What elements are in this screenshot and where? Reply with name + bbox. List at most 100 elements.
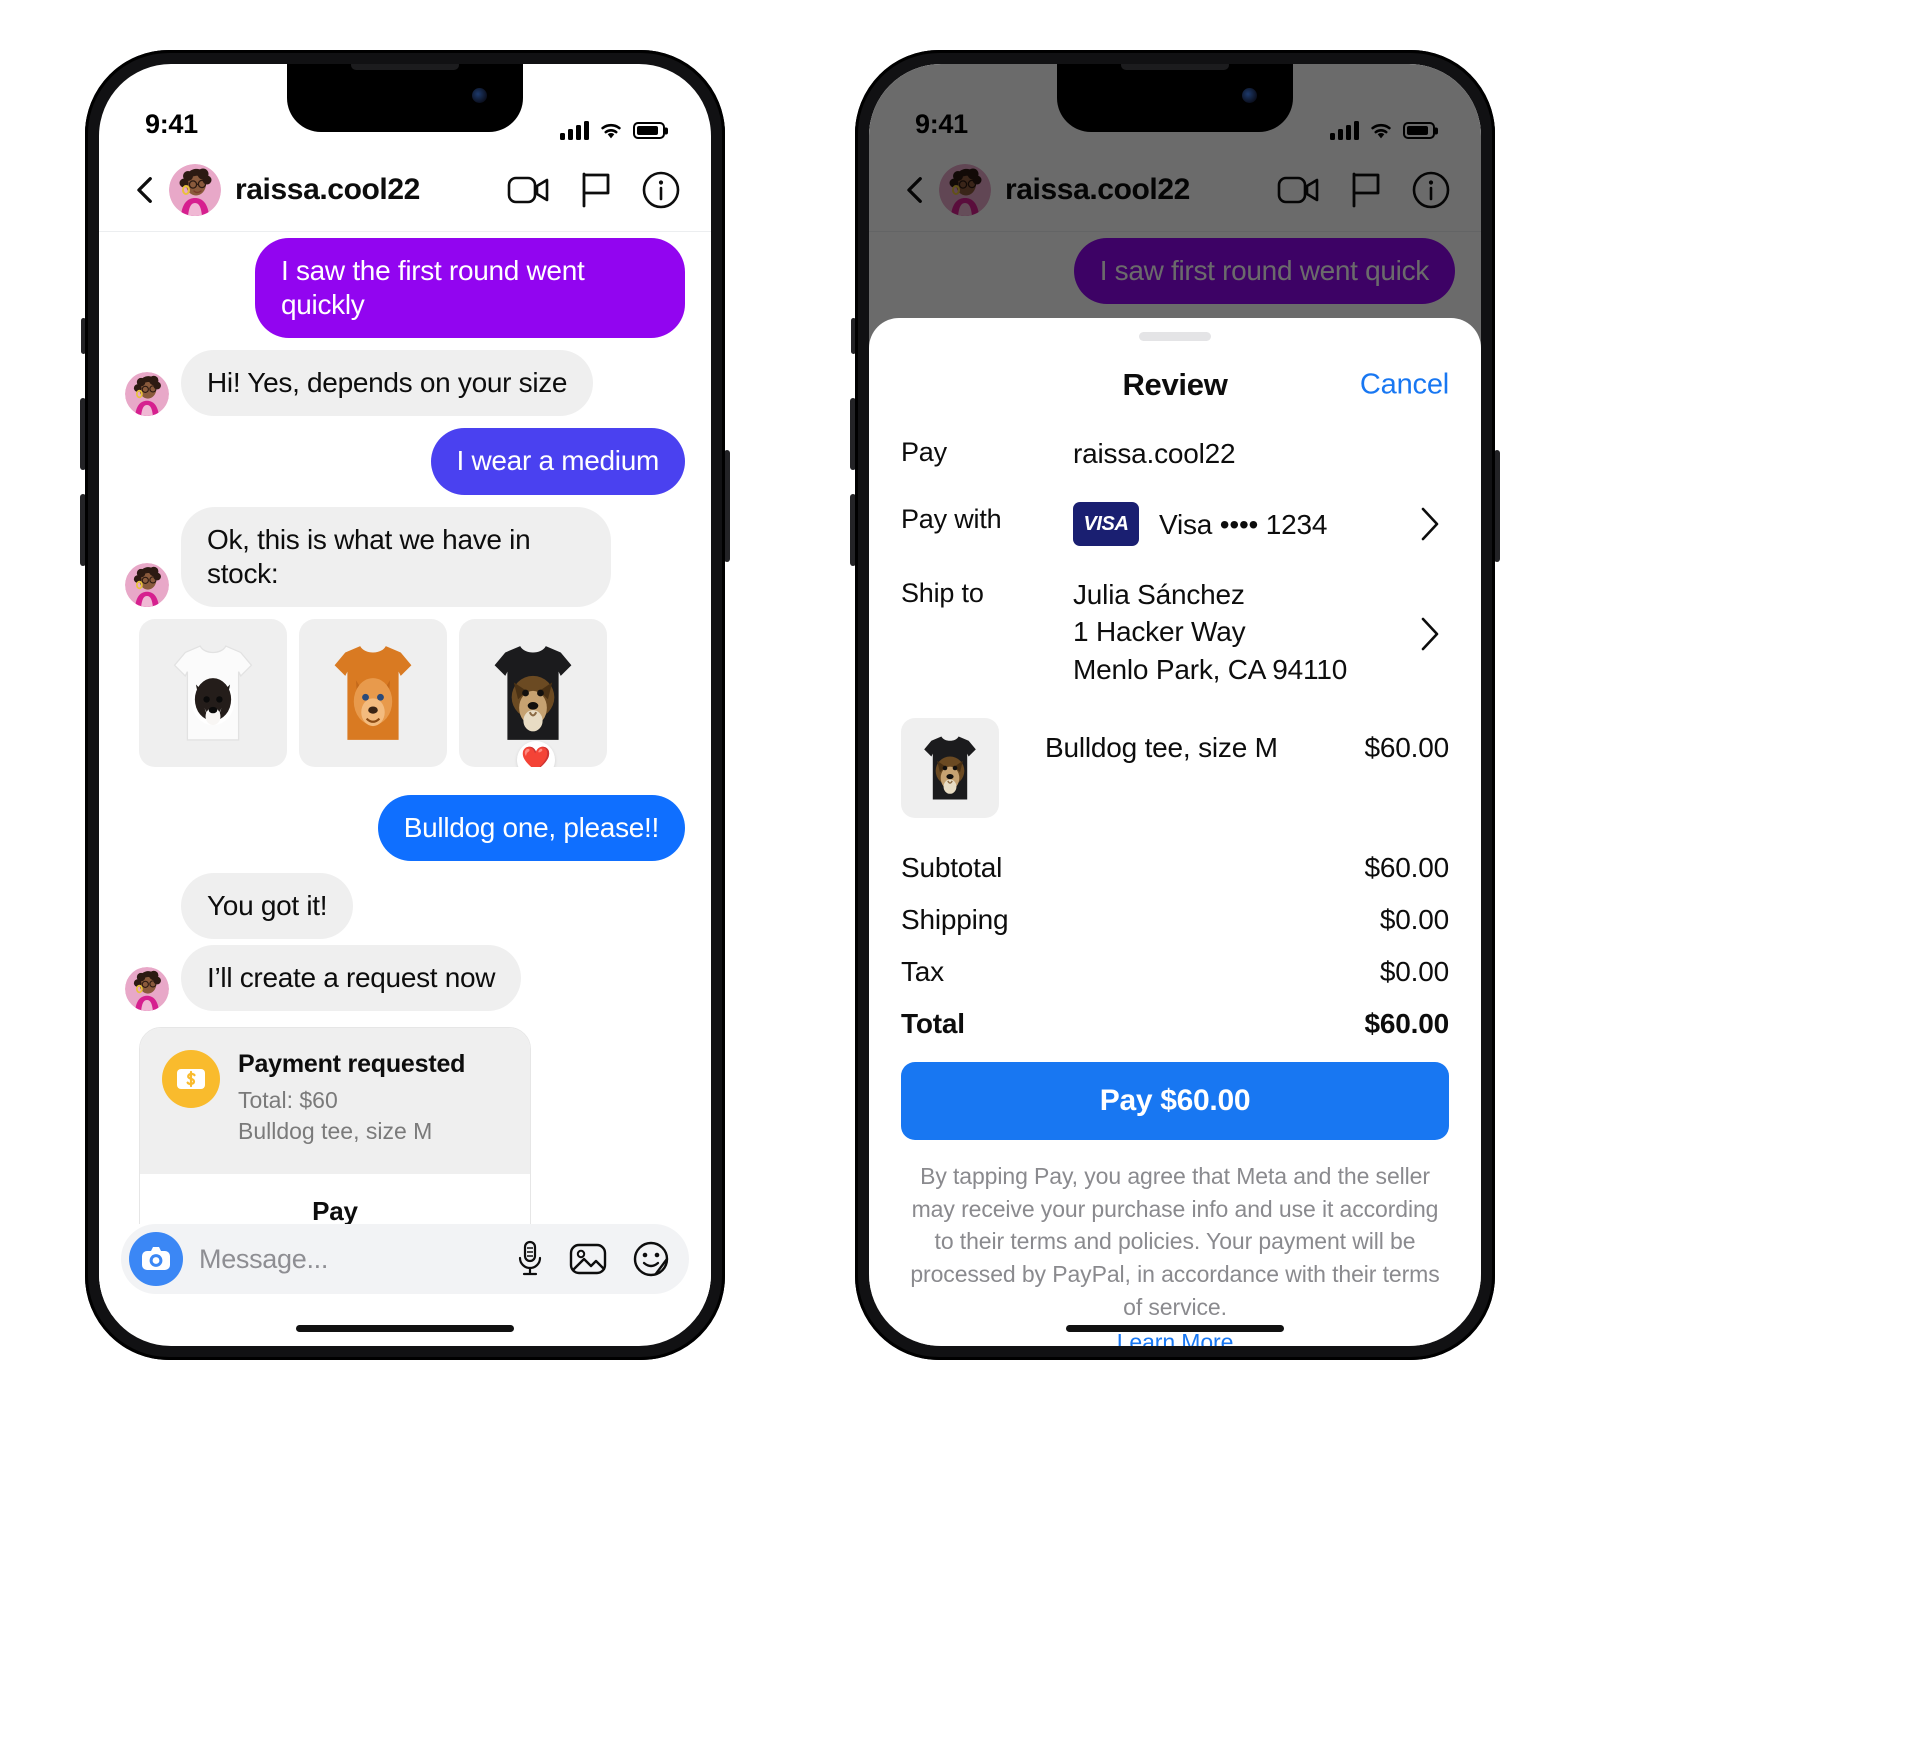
legal-text: By tapping Pay, you agree that Meta and … bbox=[910, 1162, 1440, 1320]
message-row: Bulldog one, please!! bbox=[125, 794, 685, 862]
battery-icon bbox=[1403, 122, 1435, 139]
total-row-grand: Total $60.00 bbox=[901, 1008, 1449, 1040]
page-title: raissa.cool22 bbox=[1005, 172, 1190, 206]
total-row-tax: Tax $0.00 bbox=[901, 956, 1449, 988]
message-thread[interactable]: I saw the first round went quickly Hi! Y… bbox=[99, 202, 711, 1316]
sheet-grabber[interactable] bbox=[1139, 332, 1211, 341]
home-indicator[interactable] bbox=[1066, 1325, 1284, 1332]
status-indicators bbox=[1330, 121, 1435, 140]
chat-bubble-outgoing[interactable]: Bulldog one, please!! bbox=[377, 794, 685, 862]
visa-card-icon: VISA bbox=[1073, 502, 1139, 547]
chat-bubble-incoming[interactable]: Ok, this is what we have in stock: bbox=[181, 506, 611, 607]
order-item-price: $60.00 bbox=[1364, 731, 1450, 763]
review-row-pay-with[interactable]: Pay with VISA Visa •••• 1234 bbox=[901, 502, 1449, 547]
order-item-name: Bulldog tee, size M bbox=[1045, 731, 1278, 763]
chevron-placeholder bbox=[1419, 435, 1449, 439]
mute-switch[interactable] bbox=[851, 318, 856, 354]
status-time: 9:41 bbox=[145, 109, 198, 139]
back-chevron-icon[interactable] bbox=[899, 173, 933, 207]
avatar[interactable] bbox=[169, 163, 221, 216]
chat-bubble-outgoing[interactable]: I wear a medium bbox=[430, 428, 685, 495]
earpiece-speaker bbox=[1121, 64, 1229, 70]
avatar[interactable] bbox=[939, 163, 991, 216]
chevron-right-icon[interactable] bbox=[1419, 502, 1449, 542]
camera-icon[interactable] bbox=[129, 1232, 183, 1286]
review-row-ship-to[interactable]: Ship to Julia Sánchez 1 Hacker Way Menlo… bbox=[901, 576, 1449, 688]
chevron-right-icon[interactable] bbox=[1419, 612, 1449, 652]
cellular-bars-icon bbox=[560, 121, 589, 140]
pay-amount-button[interactable]: Pay $60.00 bbox=[901, 1061, 1449, 1140]
home-indicator[interactable] bbox=[296, 1325, 514, 1332]
sticker-smiley-icon[interactable] bbox=[633, 1241, 669, 1277]
product-tile-black-tee[interactable]: ❤️ bbox=[459, 618, 607, 767]
product-tile-white-tee[interactable] bbox=[139, 618, 287, 767]
back-chevron-icon[interactable] bbox=[129, 173, 163, 207]
chat-header: raissa.cool22 bbox=[869, 148, 1481, 232]
message-row: I saw the first round went quickly bbox=[125, 238, 685, 339]
chat-bubble-incoming[interactable]: You got it! bbox=[181, 873, 354, 940]
phone-right-screen: 9:41 raissa.cool22 I saw first round wen… bbox=[869, 64, 1481, 1346]
total-value: $60.00 bbox=[1364, 851, 1450, 883]
page-title: raissa.cool22 bbox=[235, 172, 420, 206]
volume-up-button[interactable] bbox=[850, 398, 856, 470]
video-camera-icon[interactable] bbox=[507, 174, 551, 206]
sheet-title: Review bbox=[1122, 367, 1228, 402]
screenshot-stage: 9:41 raissa.cool22 I saw the first round… bbox=[0, 0, 1920, 1760]
avatar bbox=[125, 372, 169, 417]
earpiece-speaker bbox=[351, 64, 459, 70]
review-row-label: Pay with bbox=[901, 504, 1002, 535]
volume-down-button[interactable] bbox=[80, 494, 86, 566]
reaction-heart-icon[interactable]: ❤️ bbox=[517, 740, 555, 767]
review-row-label: Pay bbox=[901, 437, 947, 467]
money-dollar-icon bbox=[162, 1050, 220, 1109]
volume-up-button[interactable] bbox=[80, 398, 86, 470]
avatar bbox=[125, 562, 169, 607]
payment-request-total: Total: $60 bbox=[238, 1087, 338, 1114]
mute-switch[interactable] bbox=[81, 318, 86, 354]
product-tile-orange-tee[interactable] bbox=[299, 618, 447, 767]
front-camera-icon bbox=[1242, 88, 1257, 103]
wifi-icon bbox=[1371, 123, 1391, 139]
header-actions bbox=[507, 170, 681, 210]
status-time: 9:41 bbox=[915, 109, 968, 139]
composer-pill[interactable]: Message... bbox=[121, 1224, 689, 1294]
photo-icon[interactable] bbox=[569, 1242, 607, 1276]
visa-wordmark: VISA bbox=[1083, 512, 1129, 535]
power-button[interactable] bbox=[1494, 450, 1500, 562]
cancel-button[interactable]: Cancel bbox=[1360, 369, 1449, 402]
microphone-icon[interactable] bbox=[517, 1240, 543, 1278]
notch bbox=[287, 64, 523, 132]
power-button[interactable] bbox=[724, 450, 730, 562]
payment-request-card[interactable]: Payment requested Total: $60 Bulldog tee… bbox=[139, 1027, 531, 1250]
sheet-header: Review Cancel bbox=[869, 341, 1481, 429]
message-row: I wear a medium bbox=[125, 428, 685, 495]
info-circle-icon[interactable] bbox=[1411, 170, 1451, 210]
review-row-value: raissa.cool22 bbox=[1073, 438, 1236, 469]
total-label: Total bbox=[901, 1007, 965, 1039]
chat-bubble-incoming[interactable]: Hi! Yes, depends on your size bbox=[181, 350, 594, 417]
status-indicators bbox=[560, 121, 665, 140]
chat-bubble-incoming[interactable]: I’ll create a request now bbox=[181, 945, 522, 1012]
total-value: $0.00 bbox=[1379, 903, 1449, 935]
flag-icon[interactable] bbox=[579, 171, 613, 209]
volume-down-button[interactable] bbox=[850, 494, 856, 566]
phone-left-screen: 9:41 raissa.cool22 I saw the first round… bbox=[99, 64, 711, 1346]
message-composer: Message... bbox=[99, 1224, 711, 1294]
message-row: You got it! bbox=[125, 873, 685, 940]
total-row-shipping: Shipping $0.00 bbox=[901, 904, 1449, 936]
message-input[interactable]: Message... bbox=[199, 1244, 328, 1275]
phone-right: 9:41 raissa.cool22 I saw first round wen… bbox=[850, 50, 1500, 1360]
legal-disclaimer: By tapping Pay, you agree that Meta and … bbox=[909, 1160, 1441, 1346]
flag-icon[interactable] bbox=[1349, 171, 1383, 209]
total-label: Subtotal bbox=[901, 851, 1003, 883]
chat-header: raissa.cool22 bbox=[99, 148, 711, 232]
info-circle-icon[interactable] bbox=[641, 170, 681, 210]
wifi-icon bbox=[601, 123, 621, 139]
review-row-value: VISA Visa •••• 1234 bbox=[1073, 502, 1419, 547]
total-value: $60.00 bbox=[1364, 1007, 1450, 1039]
chat-bubble-outgoing: I saw first round went quick bbox=[1073, 238, 1455, 305]
battery-icon bbox=[633, 122, 665, 139]
chat-bubble-outgoing[interactable]: I saw the first round went quickly bbox=[255, 238, 685, 339]
notch bbox=[1057, 64, 1293, 132]
video-camera-icon[interactable] bbox=[1277, 174, 1321, 206]
